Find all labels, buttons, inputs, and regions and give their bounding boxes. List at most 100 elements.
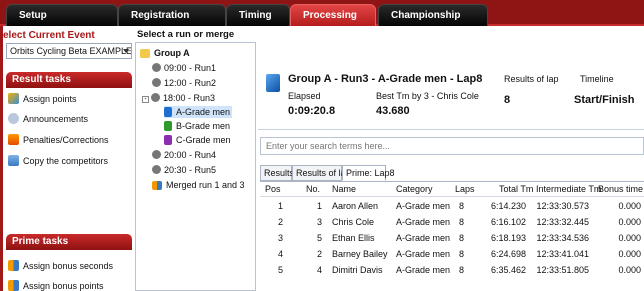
search-placeholder: Enter your search terms here... [266,141,391,151]
subtab-label: Prime: Lap8 [346,168,395,178]
tree-group-a[interactable]: Group A [140,47,190,59]
tree-label: 09:00 - Run1 [164,63,217,73]
tree-c-grade[interactable]: C-Grade men [164,134,231,146]
flag-icon [8,134,19,145]
tab-setup[interactable]: Setup [6,4,118,26]
task-label: Assign bonus seconds [23,261,114,271]
cell-no: 5 [316,233,322,243]
run-tree: Group A 09:00 - Run1 12:00 - Run2 - 18:00… [135,42,256,291]
col-header-bonus-time[interactable]: Bonus time [598,184,643,194]
tree-run3[interactable]: - 18:00 - Run3 [142,92,215,104]
cell-no: 1 [316,201,322,211]
clock-icon [152,165,161,174]
merge-icon [152,181,162,190]
cube-icon [164,121,172,131]
elapsed-label: Elapsed [288,91,321,101]
event-select[interactable]: Orbits Cycling Beta EXAMPLE [26-3 [6,43,132,59]
col-header-intermediate-tm[interactable]: Intermediate Tm [536,184,601,194]
table-row[interactable]: 5 4 Dimitri Davis A-Grade men 8 6:35.462 12:33… [260,263,644,279]
tree-merged[interactable]: Merged run 1 and 3 [152,179,245,191]
results-grid: Pos No. Name Category Laps Total Tm Inte… [260,181,644,291]
col-header-no[interactable]: No. [306,184,320,194]
tree-a-grade[interactable]: A-Grade men [164,106,233,118]
clock-icon [151,93,160,102]
table-row[interactable]: 2 3 Chris Cole A-Grade men 8 6:16.102 12:33:32… [260,215,644,231]
folder-icon [140,49,150,58]
cell-intermediate: 12:33:34.536 [536,233,589,243]
tree-label: 20:30 - Run5 [164,165,217,175]
tab-timing-label: Timing [239,10,272,21]
select-event-title: elect Current Event [3,30,95,41]
table-row[interactable]: 1 1 Aaron Allen A-Grade men 8 6:14.230 12:33:3… [260,199,644,215]
tab-timing[interactable]: Timing [226,4,290,26]
task-assign-points[interactable]: Assign points [8,91,77,107]
subtab-results-of-lap[interactable]: Results of lap [292,165,351,181]
cell-laps: 8 [458,233,464,243]
task-assign-bonus-points[interactable]: Assign bonus points [8,278,104,291]
tree-label: A-Grade men [176,107,231,117]
results-of-lap-value: 8 [504,94,511,106]
cell-intermediate: 12:33:32.445 [536,217,589,227]
tree-label: Group A [154,48,190,58]
cell-pos: 4 [277,249,283,259]
cell-bonus-time: 0.000 [618,249,641,259]
clock-icon [152,78,161,87]
task-label: Assign bonus points [23,281,104,291]
cell-total-tm: 6:14.230 [490,201,526,211]
tree-label: Merged run 1 and 3 [166,180,245,190]
cell-no: 3 [316,217,322,227]
cell-category: A-Grade men [396,233,451,243]
lap-info-panel: Group A - Run3 - A-Grade men - Lap8 Elap… [258,66,644,130]
prime-tasks-header: Prime tasks [6,234,132,250]
search-input[interactable]: Enter your search terms here... [260,137,644,155]
cell-category: A-Grade men [396,201,451,211]
tab-registration[interactable]: Registration [118,4,226,26]
tree-run1[interactable]: 09:00 - Run1 [152,62,216,74]
cell-laps: 8 [458,217,464,227]
cell-name: Ethan Ellis [332,233,375,243]
col-header-laps[interactable]: Laps [455,184,475,194]
task-assign-bonus-seconds[interactable]: Assign bonus seconds [8,258,113,274]
lap-title: Group A - Run3 - A-Grade men - Lap8 [288,73,483,85]
tree-b-grade[interactable]: B-Grade men [164,120,230,132]
best-time-label: Best Tm by 3 - Chris Cole [376,91,479,101]
task-copy-competitors[interactable]: Copy the competitors [8,153,108,169]
task-label: Announcements [23,114,89,124]
header-divider [260,196,644,197]
subtab-prime-lap8[interactable]: Prime: Lap8 [342,165,395,181]
announce-icon [8,113,19,124]
collapse-icon[interactable]: - [142,96,149,103]
cell-pos: 3 [277,233,283,243]
tab-championship[interactable]: Championship [378,4,488,26]
cell-pos: 1 [277,201,283,211]
col-header-pos[interactable]: Pos [265,184,281,194]
task-label: Assign points [23,94,77,104]
cell-no: 2 [316,249,322,259]
clock-icon [152,63,161,72]
task-label: Penalties/Corrections [23,135,109,145]
task-penalties[interactable]: Penalties/Corrections [8,132,109,148]
cell-intermediate: 12:33:51.805 [536,265,589,275]
table-row[interactable]: 4 2 Barney Bailey A-Grade men 8 6:24.698 12:33… [260,247,644,263]
table-row[interactable]: 3 5 Ethan Ellis A-Grade men 8 6:18.193 12:33:3… [260,231,644,247]
cell-pos: 2 [277,217,283,227]
assign-points-icon [8,93,19,104]
timeline-label: Timeline [580,74,614,84]
elapsed-value: 0:09:20.8 [288,105,336,117]
col-header-category[interactable]: Category [396,184,433,194]
tree-label: 12:00 - Run2 [164,78,217,88]
col-header-total-tm[interactable]: Total Tm [499,184,533,194]
timeline-value: Start/Finish [574,94,635,106]
cell-laps: 8 [458,201,464,211]
copy-icon [8,155,19,166]
subtab-results[interactable]: Results [260,165,294,181]
col-header-name[interactable]: Name [332,184,356,194]
cell-laps: 8 [458,265,464,275]
tree-run2[interactable]: 12:00 - Run2 [152,77,216,89]
tab-setup-label: Setup [19,10,47,21]
task-announcements[interactable]: Announcements [8,111,88,127]
tree-run5[interactable]: 20:30 - Run5 [152,164,216,176]
tab-processing[interactable]: Processing [290,4,376,26]
tree-run4[interactable]: 20:00 - Run4 [152,149,216,161]
tab-registration-label: Registration [131,10,190,21]
